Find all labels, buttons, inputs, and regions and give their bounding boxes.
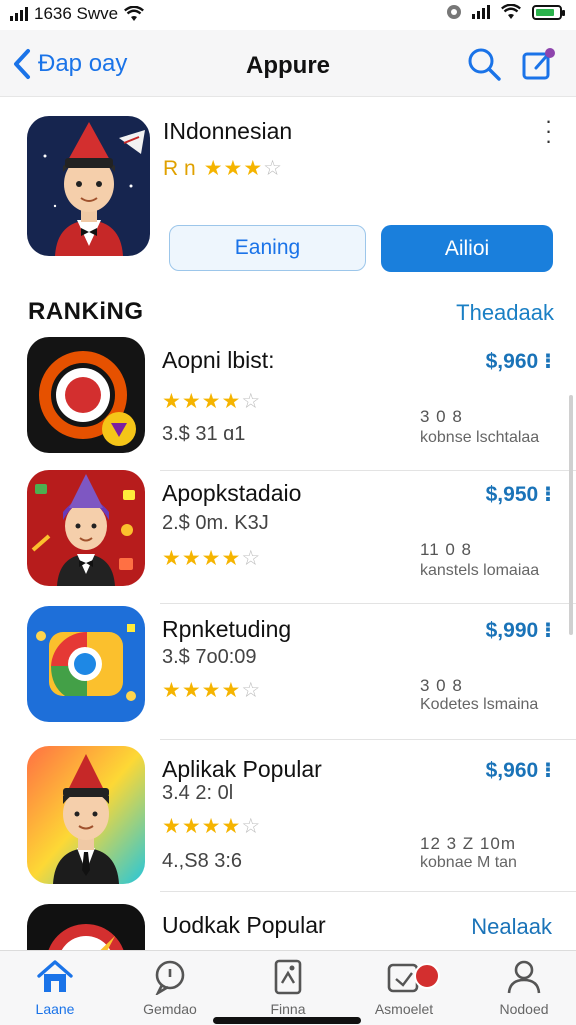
primary-button[interactable]: Ailioi xyxy=(381,225,553,272)
tab-profile[interactable]: Nodoed xyxy=(474,959,574,1025)
compose-icon[interactable] xyxy=(520,46,556,82)
chat-icon xyxy=(155,960,185,995)
divider xyxy=(160,603,576,604)
more-options-icon[interactable]: · · · xyxy=(538,110,558,152)
app-icon xyxy=(27,904,145,950)
status-time: 1636 Swve xyxy=(34,4,119,23)
app-name: Aplikak Popular xyxy=(162,756,322,782)
app-stats: 3 0 8 xyxy=(420,407,463,426)
app-icon xyxy=(27,606,145,722)
home-indicator xyxy=(213,1017,361,1024)
divider xyxy=(160,739,576,740)
app-meta: 4.,S8 3:6 xyxy=(162,850,243,872)
search-icon[interactable] xyxy=(466,46,502,82)
app-meta: 3.4 2: 0l xyxy=(162,782,234,804)
app-icon xyxy=(27,337,145,453)
app-developer: kobnae M tan xyxy=(420,854,517,871)
app-stats: 12 3 Z 10m xyxy=(420,834,516,853)
app-price[interactable]: Nealaak xyxy=(471,914,552,940)
star-rating: ★★★★☆ xyxy=(162,389,261,414)
section-title: RANKiNG xyxy=(28,298,144,325)
status-bar: 1636 Swve xyxy=(0,0,576,30)
app-meta: 3.$ 31 ɑ1 xyxy=(162,423,246,445)
ranking-section-header: RANKiNG Theadaak xyxy=(0,292,576,332)
app-price[interactable]: $,960 ⁝ xyxy=(486,758,552,783)
list-item[interactable]: Rpnketuding 3.$ 7o0:09 ★★★★☆ $,990 ⁝ 3 0… xyxy=(0,606,576,740)
tab-label: Nodoed xyxy=(499,1001,549,1017)
app-icon xyxy=(27,746,145,884)
tab-label: Laane xyxy=(35,1001,75,1017)
app-name: Uodkak Popular xyxy=(162,912,326,938)
star-rating: ★★★★☆ xyxy=(162,546,261,571)
rating-label: R n xyxy=(163,156,196,180)
list-item[interactable]: Aopni lbist: ★★★★☆ 3.$ 31 ɑ1 $,960 ⁝ 3 0… xyxy=(0,337,576,471)
app-developer: kanstels lomaiaa xyxy=(420,562,540,579)
star-rating-icon: ★★★★☆ xyxy=(162,390,262,413)
app-price[interactable]: $,990 ⁝ xyxy=(486,618,552,643)
see-all-link[interactable]: Theadaak xyxy=(456,300,554,326)
app-price[interactable]: $,960 ⁝ xyxy=(486,349,552,374)
tab-finance[interactable]: Finna xyxy=(238,959,338,1025)
star-rating-icon: ★★★★☆ xyxy=(162,547,262,570)
app-name: Rpnketuding xyxy=(162,616,292,642)
battery-icon xyxy=(532,4,565,20)
app-stats: 3 0 8 xyxy=(420,676,463,695)
notification-badge xyxy=(414,963,440,989)
tab-messages[interactable]: Gemdao xyxy=(120,959,220,1025)
featured-rating: R n ★★★☆ xyxy=(163,156,283,181)
scrollbar[interactable] xyxy=(569,395,573,635)
app-meta: 2.$ 0m. K3J xyxy=(162,512,269,534)
tab-label: Gemdao xyxy=(143,1001,197,1017)
app-developer: Kodetes lsmaina xyxy=(420,696,539,713)
featured-app: INdonnesian R n ★★★☆ · · · Eaning Ailioi xyxy=(0,100,576,285)
app-stats: 11 0 8 xyxy=(420,540,473,559)
tab-label: Finna xyxy=(270,1001,306,1017)
app-name: Aopni lbist: xyxy=(162,347,275,373)
location-icon xyxy=(447,5,461,19)
signal-icon xyxy=(10,7,28,21)
featured-app-name: INdonnesian xyxy=(163,118,293,144)
cellular-icon xyxy=(472,5,490,19)
star-rating-icon: ★★★★☆ xyxy=(162,815,262,838)
home-icon xyxy=(37,960,73,992)
wifi-icon xyxy=(124,6,145,21)
tab-updates[interactable]: Asmoelet xyxy=(354,959,454,1025)
star-rating-icon: ★★★★☆ xyxy=(162,679,262,702)
person-icon xyxy=(507,960,541,994)
app-developer: kobnse lschtalaa xyxy=(420,429,540,446)
app-icon[interactable] xyxy=(27,116,150,256)
star-rating: ★★★★☆ xyxy=(162,678,261,703)
list-item[interactable]: Apopkstadaio 2.$ 0m. K3J ★★★★☆ $,950 ⁝ 1… xyxy=(0,470,576,604)
tab-bar: Laane Gemdao Finna Asmoelet Nodoed xyxy=(0,950,576,1025)
list-item[interactable]: Aplikak Popular 3.4 2: 0l ★★★★☆ 4.,S8 3:… xyxy=(0,746,576,892)
star-rating-icon: ★★★☆ xyxy=(203,157,283,180)
navigation-bar: Đap oay Appure xyxy=(0,30,576,97)
secondary-button[interactable]: Eaning xyxy=(169,225,366,271)
tab-label: Asmoelet xyxy=(374,1001,434,1017)
wifi-icon xyxy=(501,4,521,19)
tab-home[interactable]: Laane xyxy=(5,959,105,1025)
document-icon xyxy=(274,959,302,995)
app-name: Apopkstadaio xyxy=(162,480,302,506)
app-meta: 3.$ 7o0:09 xyxy=(162,646,257,668)
list-item[interactable]: Uodkak Popular Nealaak xyxy=(0,904,576,950)
divider xyxy=(160,891,576,892)
app-price[interactable]: $,950 ⁝ xyxy=(486,482,552,507)
star-rating: ★★★★☆ xyxy=(162,814,261,839)
app-icon xyxy=(27,470,145,586)
